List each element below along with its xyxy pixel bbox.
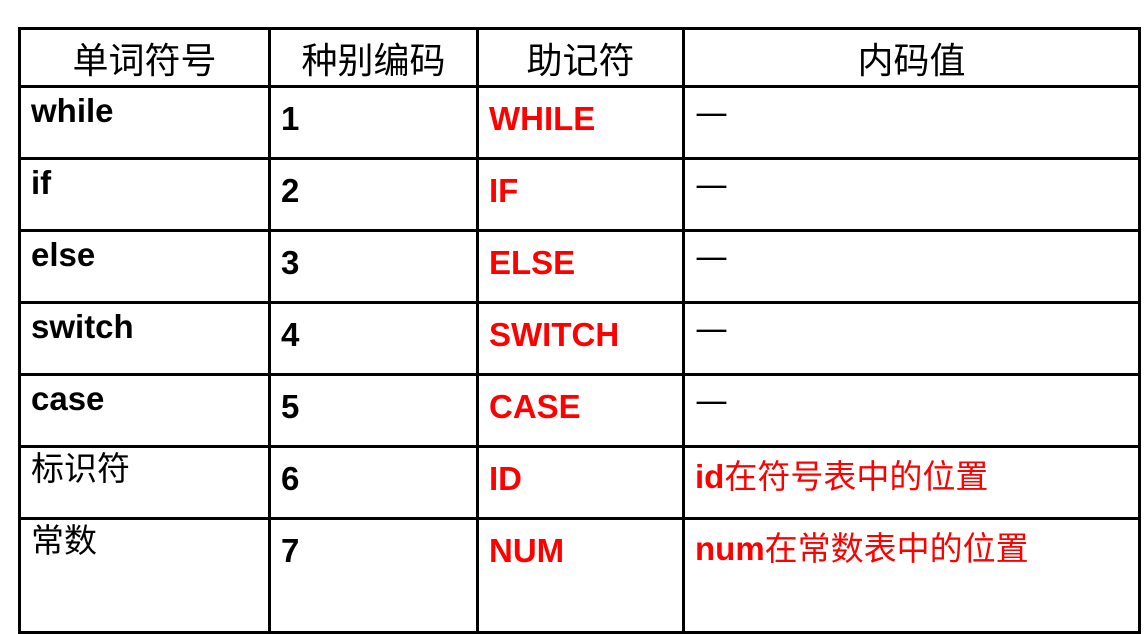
cell-value: —	[682, 373, 1141, 448]
cell-mnemonic: SWITCH	[476, 301, 685, 376]
value-prefix: id	[695, 458, 725, 495]
header-code: 种别编码	[268, 27, 479, 88]
cell-mnemonic: ELSE	[476, 229, 685, 304]
cell-value: id在符号表中的位置	[682, 445, 1141, 520]
cell-mnemonic: ID	[476, 445, 685, 520]
cell-code: 4	[268, 301, 479, 376]
header-mnemonic: 助记符	[476, 27, 685, 88]
cell-value: —	[682, 229, 1141, 304]
table-row: 常数 7 NUM num在常数表中的位置	[18, 517, 1141, 634]
cell-word: while	[18, 85, 271, 160]
cell-value: —	[682, 85, 1141, 160]
value-prefix: num	[695, 530, 765, 567]
table-row: while 1 WHILE —	[18, 85, 1141, 160]
cell-value: —	[682, 157, 1141, 232]
cell-value: —	[682, 301, 1141, 376]
header-value: 内码值	[682, 27, 1141, 88]
cell-code: 3	[268, 229, 479, 304]
cell-code: 5	[268, 373, 479, 448]
cell-word: switch	[18, 301, 271, 376]
cell-word: else	[18, 229, 271, 304]
cell-mnemonic: CASE	[476, 373, 685, 448]
header-row: 单词符号 种别编码 助记符 内码值	[18, 27, 1141, 88]
cell-value: num在常数表中的位置	[682, 517, 1141, 634]
header-word: 单词符号	[18, 27, 271, 88]
cell-code: 2	[268, 157, 479, 232]
cell-mnemonic: NUM	[476, 517, 685, 634]
cell-word: 常数	[18, 517, 271, 634]
table-row: 标识符 6 ID id在符号表中的位置	[18, 445, 1141, 520]
table-row: else 3 ELSE —	[18, 229, 1141, 304]
cell-code: 1	[268, 85, 479, 160]
cell-mnemonic: IF	[476, 157, 685, 232]
token-table: 单词符号 种别编码 助记符 内码值 while 1 WHILE — if 2 I…	[18, 27, 1141, 634]
cell-code: 7	[268, 517, 479, 634]
table-row: if 2 IF —	[18, 157, 1141, 232]
table-row: case 5 CASE —	[18, 373, 1141, 448]
cell-word: if	[18, 157, 271, 232]
cell-word: case	[18, 373, 271, 448]
table-row: switch 4 SWITCH —	[18, 301, 1141, 376]
cell-mnemonic: WHILE	[476, 85, 685, 160]
value-rest: 在符号表中的位置	[724, 457, 989, 496]
cell-code: 6	[268, 445, 479, 520]
cell-word: 标识符	[18, 445, 271, 520]
value-rest: 在常数表中的位置	[764, 529, 1029, 568]
